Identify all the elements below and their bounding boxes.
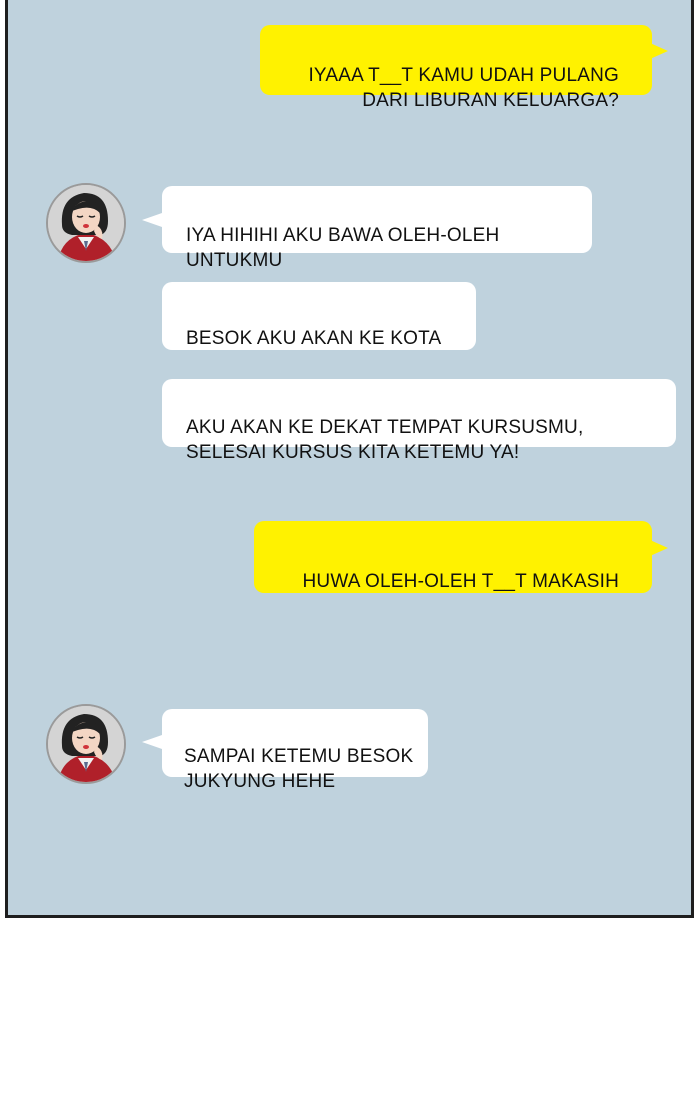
message-bubble-incoming[interactable]: IYA HIHIHI AKU BAWA OLEH-OLEH UNTUKMU [162, 186, 592, 271]
friend-avatar-icon[interactable] [46, 704, 126, 784]
message-text: SAMPAI KETEMU BESOK JUKYUNG HEHE [184, 746, 414, 792]
message-bubble-outgoing[interactable]: IYAAA T__T KAMU UDAH PULANG DARI LIBURAN… [260, 25, 652, 111]
message-text: AKU AKAN KE DEKAT TEMPAT KURSUSMU, SELES… [186, 417, 584, 463]
bubble-tail [142, 735, 162, 749]
message-text: BESOK AKU AKAN KE KOTA [186, 328, 442, 349]
message-bubble-incoming[interactable]: BESOK AKU AKAN KE KOTA [162, 282, 476, 350]
bubble-tail [650, 540, 668, 556]
avatar-portrait [48, 185, 124, 261]
message-text: IYAAA T__T KAMU UDAH PULANG DARI LIBURAN… [308, 65, 619, 111]
friend-avatar-icon[interactable] [46, 183, 126, 263]
message-bubble-incoming[interactable]: AKU AKAN KE DEKAT TEMPAT KURSUSMU, SELES… [162, 379, 676, 463]
bubble-tail [142, 213, 162, 227]
bubble-tail [650, 43, 668, 59]
avatar-portrait [48, 706, 124, 782]
message-text: IYA HIHIHI AKU BAWA OLEH-OLEH UNTUKMU [186, 225, 500, 271]
chat-panel[interactable]: IYAAA T__T KAMU UDAH PULANG DARI LIBURAN… [5, 0, 694, 918]
page: IYAAA T__T KAMU UDAH PULANG DARI LIBURAN… [0, 0, 700, 1100]
message-text: HUWA OLEH-OLEH T__T MAKASIH [302, 571, 619, 592]
message-bubble-incoming[interactable]: SAMPAI KETEMU BESOK JUKYUNG HEHE [162, 709, 428, 792]
message-bubble-outgoing[interactable]: HUWA OLEH-OLEH T__T MAKASIH [254, 521, 652, 593]
